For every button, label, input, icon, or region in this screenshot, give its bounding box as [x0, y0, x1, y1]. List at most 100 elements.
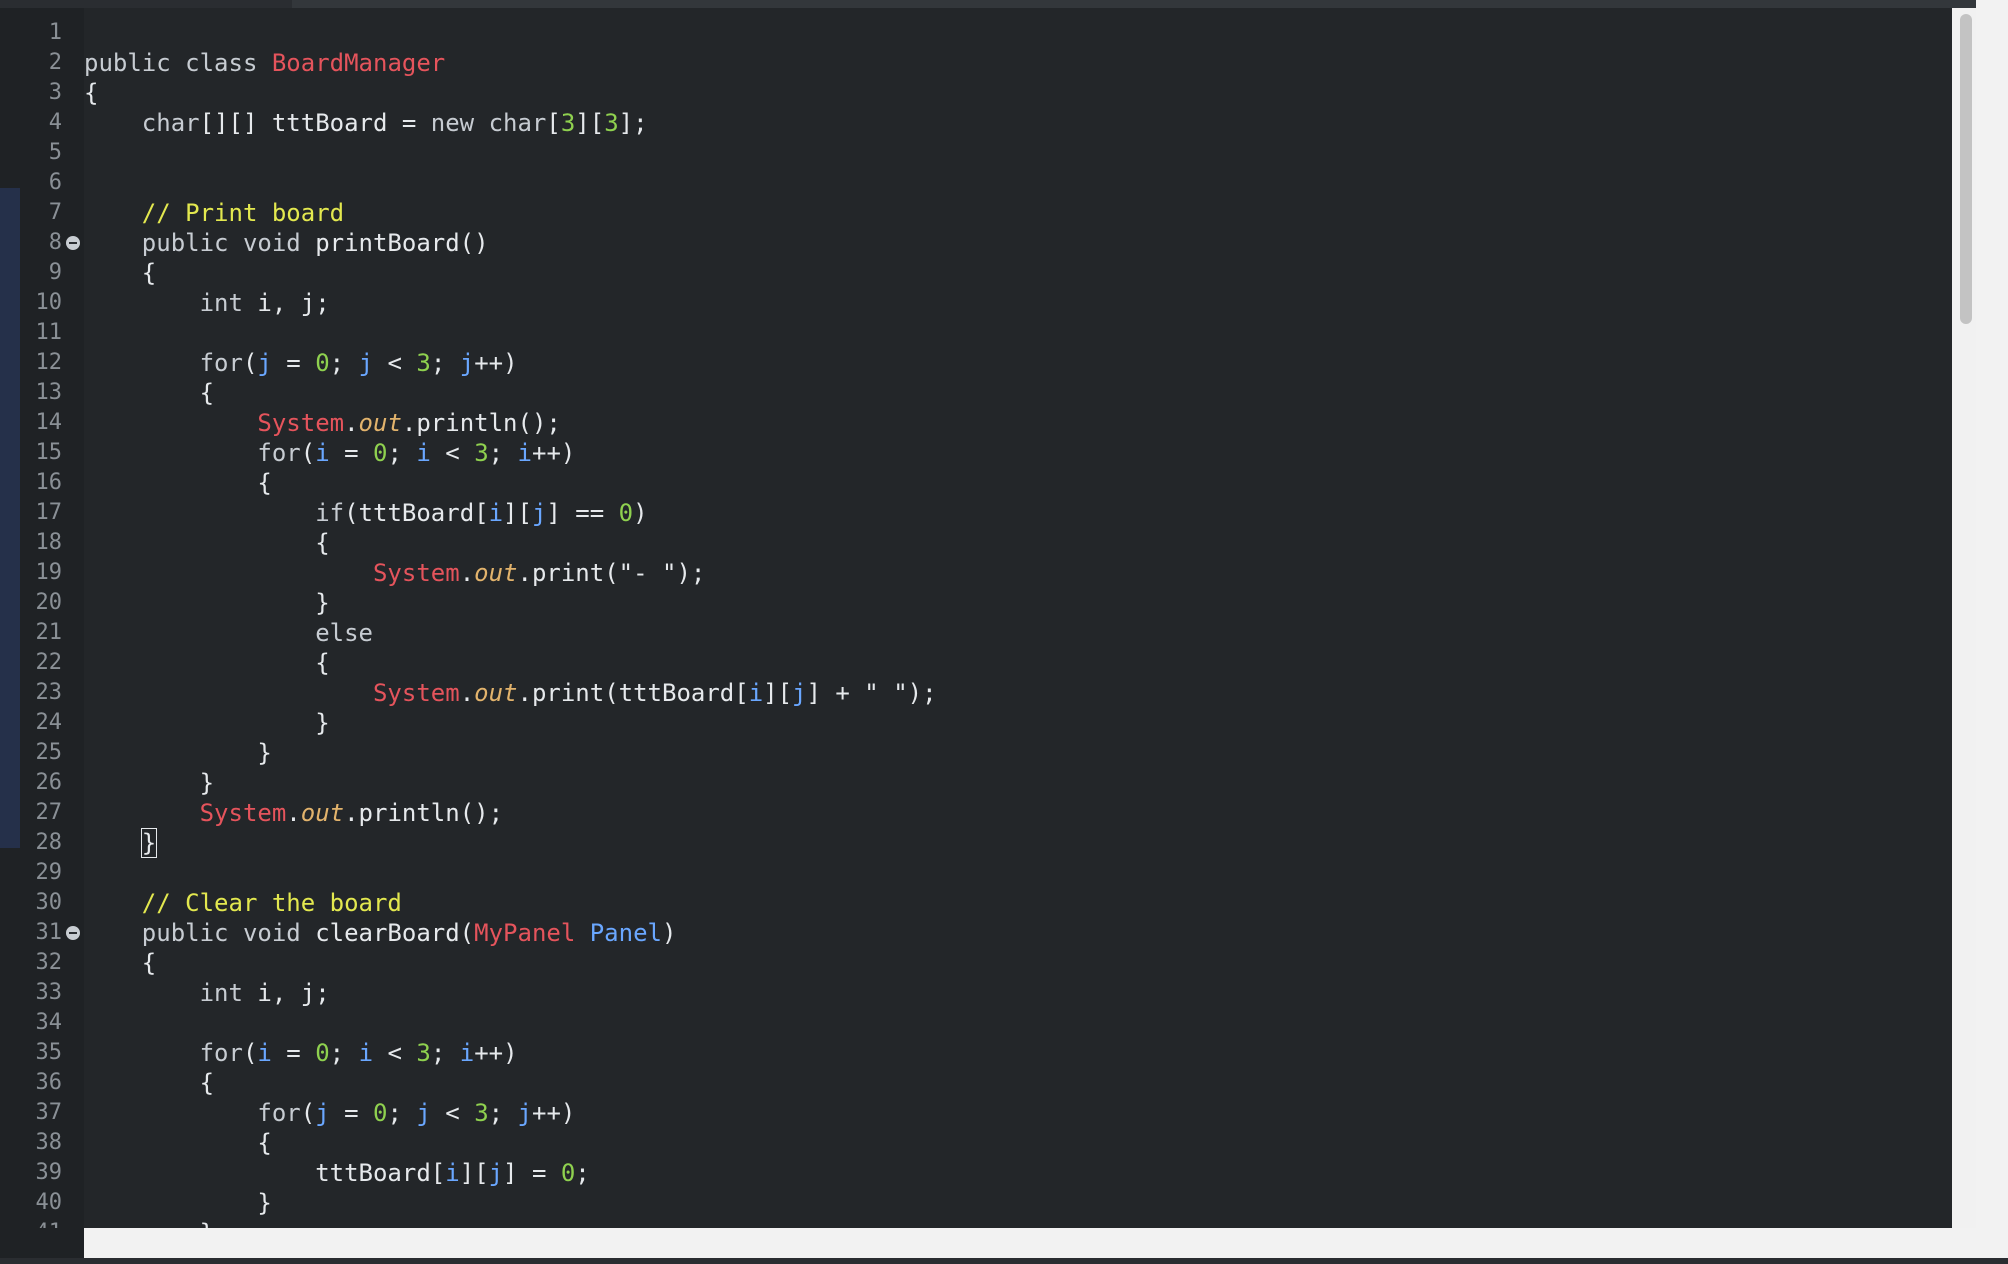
code-token: 3 [560, 109, 576, 137]
code-line[interactable]: System.out.print("- "); [84, 558, 705, 588]
code-token: ][ [503, 499, 532, 527]
code-line[interactable]: } [84, 768, 214, 798]
code-line[interactable]: int i, j; [84, 978, 330, 1008]
code-line[interactable]: { [84, 528, 329, 558]
code-token: i [517, 439, 532, 467]
line-number: 4 [48, 110, 62, 135]
code-token: .print("- "); [517, 559, 706, 587]
code-token: for [199, 1039, 243, 1067]
code-line[interactable]: } [84, 738, 272, 768]
fold-toggle-icon[interactable] [66, 236, 80, 250]
code-line[interactable]: System.out.println(); [84, 408, 560, 438]
code-line[interactable]: else [84, 618, 373, 648]
code-token: { [84, 379, 215, 407]
code-line[interactable]: { [84, 648, 330, 678]
code-token: ++) [474, 349, 518, 377]
code-token: for [257, 439, 301, 467]
scrollbar-thumb[interactable] [1960, 14, 1972, 324]
code-token: ; [387, 1099, 417, 1127]
code-line[interactable]: int i, j; [84, 288, 330, 318]
code-token: clearBoard( [315, 919, 475, 947]
code-line[interactable]: for(j = 0; j < 3; j++) [84, 1098, 575, 1128]
code-token: < [430, 439, 475, 467]
code-token: < [373, 1039, 417, 1067]
code-token: public void [141, 919, 316, 947]
code-token: Panel [589, 919, 662, 947]
code-token: ; [430, 1039, 460, 1067]
code-token: 0 [315, 1039, 330, 1067]
code-line[interactable]: public void clearBoard(MyPanel Panel) [84, 918, 677, 948]
code-token: 0 [618, 499, 634, 527]
code-line[interactable]: if(tttBoard[i][j] == 0) [84, 498, 647, 528]
code-line[interactable]: { [84, 1128, 271, 1158]
code-line[interactable]: for(i = 0; i < 3; i++) [84, 1038, 518, 1068]
code-line[interactable]: // Clear the board [84, 888, 402, 918]
code-token: MyPanel [474, 919, 590, 947]
code-token: i [358, 1039, 374, 1067]
code-line[interactable]: { [84, 1068, 214, 1098]
code-line[interactable]: for(i = 0; i < 3; i++) [84, 438, 575, 468]
code-line[interactable]: public class BoardManager [84, 48, 445, 78]
code-line[interactable]: for(j = 0; j < 3; j++) [84, 348, 518, 378]
code-token: { [84, 649, 330, 677]
code-token: ] == [546, 499, 619, 527]
code-token: 3 [416, 349, 431, 377]
code-token: // Print board [141, 199, 345, 227]
code-token: 0 [373, 439, 388, 467]
code-line[interactable]: { [84, 468, 271, 498]
code-token: out [358, 409, 402, 437]
line-number: 1 [48, 20, 62, 45]
line-number: 5 [48, 140, 62, 165]
code-line[interactable]: } [84, 828, 158, 858]
line-number: 33 [35, 980, 63, 1005]
code-line[interactable]: System.out.println(); [84, 798, 503, 828]
code-line[interactable]: tttBoard[i][j] = 0; [84, 1158, 590, 1188]
code-token: = [271, 349, 316, 377]
horizontal-scrollbar[interactable] [84, 1228, 1976, 1258]
code-line[interactable]: { [84, 378, 214, 408]
code-token: 0 [315, 349, 330, 377]
code-token: ; [329, 349, 359, 377]
code-token: ( [300, 1099, 316, 1127]
code-token: } [84, 739, 272, 767]
code-editor[interactable]: public class BoardManager{ char[][] tttB… [84, 8, 1952, 1228]
code-token: for [257, 1099, 301, 1127]
code-token: printBoard() [315, 229, 489, 257]
code-line[interactable]: } [84, 1218, 214, 1228]
code-line[interactable]: } [84, 588, 329, 618]
code-token: . [459, 679, 475, 707]
code-token: ++) [474, 1039, 518, 1067]
code-token: j [315, 1099, 330, 1127]
code-line[interactable]: { [84, 78, 98, 108]
status-strip [0, 1258, 2008, 1264]
code-token: i [459, 1039, 475, 1067]
code-token: i [315, 439, 330, 467]
fold-toggle-icon[interactable] [66, 926, 80, 940]
code-token: j [358, 349, 374, 377]
code-token: ( [242, 1039, 258, 1067]
code-token: i [488, 499, 504, 527]
active-tab[interactable] [0, 0, 292, 8]
code-token: System [199, 799, 287, 827]
code-line[interactable]: } [84, 708, 329, 738]
code-line[interactable]: System.out.print(tttBoard[i][j] + " "); [84, 678, 937, 708]
code-line[interactable]: // Print board [84, 198, 344, 228]
code-line[interactable]: { [84, 948, 156, 978]
code-line[interactable]: public void printBoard() [84, 228, 489, 258]
code-token: j [517, 1099, 532, 1127]
code-line[interactable]: { [84, 258, 156, 288]
line-number: 35 [35, 1040, 63, 1065]
code-line[interactable]: char[][] tttBoard = new char[3][3]; [84, 108, 648, 138]
code-token: i [257, 1039, 272, 1067]
code-token: .print(tttBoard[ [517, 679, 749, 707]
code-token: } [84, 769, 215, 797]
code-line[interactable]: } [84, 1188, 271, 1218]
code-token: 3 [474, 439, 489, 467]
code-token: char [141, 109, 200, 137]
code-token: ; [488, 1099, 518, 1127]
code-token: ( [242, 349, 258, 377]
